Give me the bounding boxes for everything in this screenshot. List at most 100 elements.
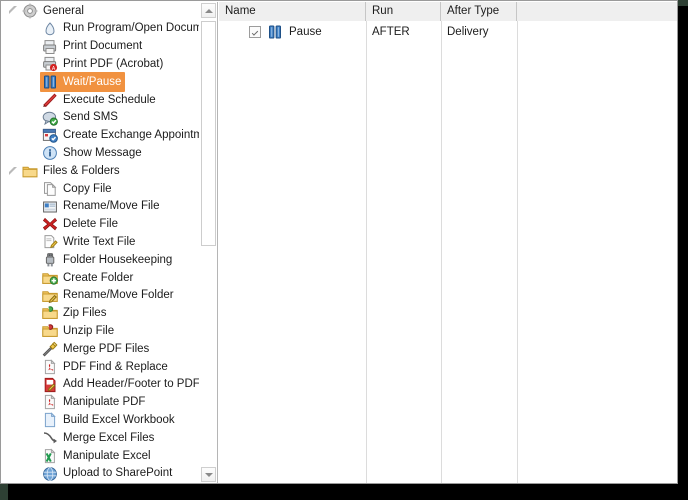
tree-item-content: Execute Schedule <box>40 90 160 110</box>
grid-column-divider <box>517 21 518 483</box>
tree-item-1-13[interactable]: Build Excel Workbook <box>2 411 200 429</box>
tree-item-label: Manipulate PDF <box>63 396 146 409</box>
tree-item-label: Build Excel Workbook <box>63 413 175 426</box>
pause-icon <box>267 24 283 40</box>
tree-group-label: Files & Folders <box>43 164 120 177</box>
grid-cell-name-label: Pause <box>289 25 322 38</box>
tree-item-1-0[interactable]: Copy File <box>2 180 200 198</box>
tree-item-1-16[interactable]: Upload to SharePoint <box>2 465 200 483</box>
task-type-tree-pane: General Run Program/Open Document Print Do… <box>2 2 218 483</box>
grid-cell-after_type-label: Delivery <box>447 25 489 38</box>
scroll-up-button[interactable] <box>201 3 216 18</box>
tree-item-label: Upload to SharePoint <box>63 467 173 480</box>
grid-body[interactable]: Pause AFTER Delivery <box>219 21 677 483</box>
tree-item-label: Show Message <box>63 147 142 160</box>
tree-item-content: Manipulate Excel <box>40 446 155 466</box>
tree-item-1-7[interactable]: Zip Files <box>2 305 200 323</box>
tree-item-label: Manipulate Excel <box>63 449 151 462</box>
tree-item-0-1[interactable]: Print Document <box>2 38 200 56</box>
tree-item-0-5[interactable]: Send SMS <box>2 109 200 127</box>
scroll-down-arrow-icon <box>204 472 213 477</box>
tree-item-0-4[interactable]: Execute Schedule <box>2 91 200 109</box>
printer-icon <box>42 39 58 55</box>
tree-item-label: PDF Find & Replace <box>63 360 168 373</box>
tree-item-1-14[interactable]: Merge Excel Files <box>2 429 200 447</box>
print-pdf-icon: A <box>42 56 58 72</box>
info-icon <box>42 145 58 161</box>
tree-item-label: Execute Schedule <box>63 93 156 106</box>
tree-item-1-2[interactable]: Delete File <box>2 216 200 234</box>
app-root: General Run Program/Open Document Print Do… <box>0 0 688 500</box>
tree-item-label: Copy File <box>63 182 112 195</box>
tree-item-1-15[interactable]: Manipulate Excel <box>2 447 200 465</box>
tree-item-label: Delete File <box>63 218 118 231</box>
grid-column-divider <box>366 21 367 483</box>
folder-icon <box>22 163 38 179</box>
tree-item-1-4[interactable]: Folder Housekeeping <box>2 251 200 269</box>
tree-item-0-6[interactable]: Create Exchange Appointment <box>2 127 200 145</box>
grid-column-header-run[interactable]: Run <box>366 2 441 21</box>
tree-item-0-7[interactable]: Show Message <box>2 144 200 162</box>
scrollbar-thumb[interactable] <box>201 21 216 246</box>
tree-item-0-0[interactable]: Run Program/Open Document <box>2 20 200 38</box>
tree-item-0-2[interactable]: A Print PDF (Acrobat) <box>2 55 200 73</box>
tree-item-1-1[interactable]: Rename/Move File <box>2 198 200 216</box>
tree-item-label: Create Folder <box>63 271 134 284</box>
tree-item-1-3[interactable]: Write Text File <box>2 233 200 251</box>
calendar-icon <box>42 127 58 144</box>
tree-group-1[interactable]: Files & Folders <box>2 162 200 180</box>
tree-item-1-12[interactable]: Manipulate PDF <box>2 394 200 412</box>
tree-group-0[interactable]: General <box>2 2 200 20</box>
tree-item-label: Merge Excel Files <box>63 431 155 444</box>
gear-icon <box>22 3 38 19</box>
tree-item-label: Add Header/Footer to PDF <box>63 378 200 391</box>
tree-vertical-scrollbar[interactable] <box>199 2 217 483</box>
tree-item-label: Folder Housekeeping <box>63 253 173 266</box>
tree-item-1-9[interactable]: Merge PDF Files <box>2 340 200 358</box>
grid-column-header-label: After Type <box>447 5 500 17</box>
tree-item-1-8[interactable]: Unzip File <box>2 322 200 340</box>
unzip-folder-icon <box>42 323 58 339</box>
chevron-expand-icon[interactable] <box>8 166 19 177</box>
grid-column-header-name[interactable]: Name <box>219 2 366 21</box>
write-text-icon <box>42 234 58 250</box>
tree-item-label: Send SMS <box>63 111 118 124</box>
run-program-icon <box>42 21 58 37</box>
rename-file-icon <box>42 199 58 215</box>
tree-item-label: Print Document <box>63 40 143 53</box>
tree-item-content: Copy File <box>40 179 116 199</box>
grid-column-header-after_type[interactable]: After Type <box>441 2 517 21</box>
document-icon <box>42 412 58 428</box>
pdf-icon <box>42 394 58 410</box>
copy-file-icon <box>42 181 58 197</box>
tree-item-1-5[interactable]: Create Folder <box>2 269 200 287</box>
tree-item-label: Wait/Pause <box>63 75 122 88</box>
pause-icon <box>42 74 58 90</box>
tree-item-label: Merge PDF Files <box>63 342 150 355</box>
chevron-expand-icon[interactable] <box>8 5 19 16</box>
row-checkbox[interactable] <box>249 25 261 38</box>
scroll-down-button[interactable] <box>201 467 216 482</box>
grid-cell-blank[interactable] <box>517 21 677 42</box>
task-type-tree[interactable]: General Run Program/Open Document Print Do… <box>2 2 200 483</box>
grid-row[interactable]: Pause AFTER Delivery <box>219 21 677 42</box>
excel-icon <box>42 448 58 464</box>
tree-item-content: Upload to SharePoint <box>40 464 176 483</box>
housekeeping-icon <box>42 252 58 268</box>
task-grid-pane: Name Run After Type Pause AFTER Delivery <box>219 2 677 483</box>
tree-item-1-6[interactable]: Rename/Move Folder <box>2 287 200 305</box>
grid-cell-name[interactable]: Pause <box>219 21 366 42</box>
tree-item-label: Rename/Move File <box>63 200 160 213</box>
tree-item-1-11[interactable]: Add Header/Footer to PDF <box>2 376 200 394</box>
tree-item-0-3[interactable]: Wait/Pause <box>2 72 200 93</box>
tree-group-label: General <box>43 4 84 17</box>
grid-cell-run[interactable]: AFTER <box>366 21 441 42</box>
globe-icon <box>42 466 58 482</box>
grid-column-header-blank[interactable] <box>517 2 677 21</box>
send-sms-icon <box>42 110 58 126</box>
grid-cell-after_type[interactable]: Delivery <box>441 21 517 42</box>
scroll-up-arrow-icon <box>204 8 213 13</box>
zip-folder-icon <box>42 305 58 321</box>
tree-item-1-10[interactable]: PDF Find & Replace <box>2 358 200 376</box>
tree-item-label: Create Exchange Appointment <box>63 129 200 142</box>
